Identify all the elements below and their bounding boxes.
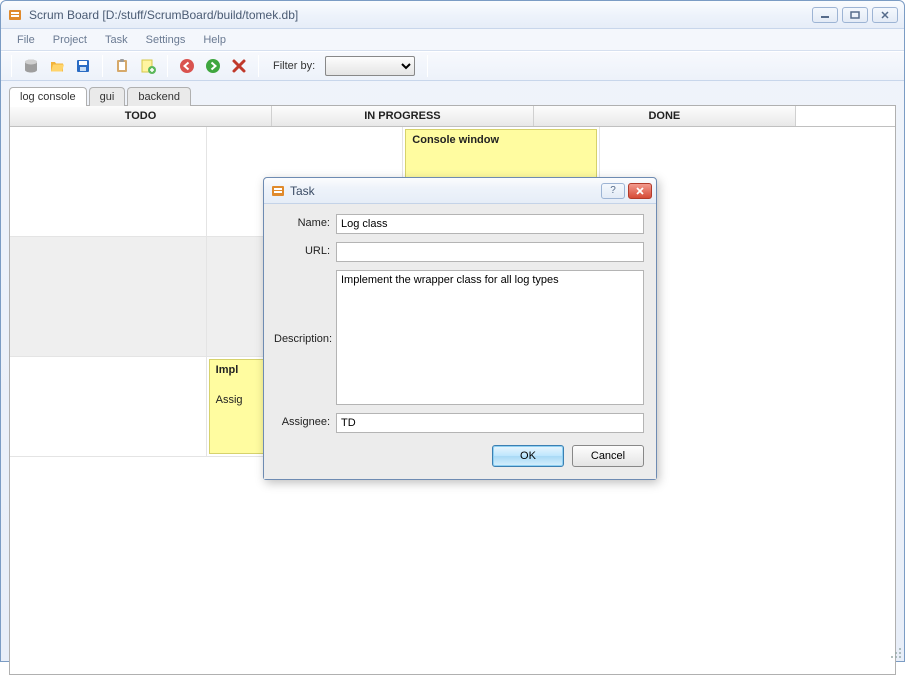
folder-open-icon: [49, 58, 65, 74]
filter-label: Filter by:: [273, 60, 315, 72]
toolbar-separator: [102, 55, 103, 77]
clipboard-icon: [114, 58, 130, 74]
back-button[interactable]: [176, 55, 198, 77]
database-button[interactable]: [20, 55, 42, 77]
open-folder-button[interactable]: [46, 55, 68, 77]
board-cell[interactable]: [10, 127, 207, 236]
card-title: Console window: [412, 134, 590, 146]
toolbar: Filter by:: [1, 51, 904, 81]
floppy-disk-icon: [75, 58, 91, 74]
new-note-button[interactable]: [137, 55, 159, 77]
tab-gui[interactable]: gui: [89, 87, 126, 106]
database-icon: [23, 58, 39, 74]
minimize-icon: [820, 11, 830, 19]
close-button[interactable]: [872, 7, 898, 23]
arrow-right-icon: [205, 58, 221, 74]
forward-button[interactable]: [202, 55, 224, 77]
maximize-button[interactable]: [842, 7, 868, 23]
dialog-titlebar[interactable]: Task ?: [264, 178, 656, 204]
arrow-left-icon: [179, 58, 195, 74]
board-cell[interactable]: [10, 357, 207, 456]
help-icon: ?: [610, 185, 616, 196]
maximize-icon: [850, 11, 860, 19]
app-icon: [270, 183, 286, 199]
form-row-name: Name:: [274, 214, 644, 234]
form-row-description: Description:: [274, 270, 644, 405]
task-dialog[interactable]: Task ? Name: URL: Description: Assign: [263, 177, 657, 480]
assignee-label: Assignee:: [274, 413, 336, 428]
menu-help[interactable]: Help: [195, 32, 234, 48]
toolbar-separator: [258, 55, 259, 77]
clipboard-button[interactable]: [111, 55, 133, 77]
dialog-button-row: OK Cancel: [274, 445, 644, 467]
form-row-assignee: Assignee:: [274, 413, 644, 433]
dialog-close-button[interactable]: [628, 183, 652, 199]
col-head-done: DONE: [534, 106, 796, 126]
minimize-button[interactable]: [812, 7, 838, 23]
resize-grip-icon: [888, 645, 902, 659]
window-controls: [812, 7, 898, 23]
board-cell[interactable]: [10, 237, 207, 356]
x-delete-icon: [231, 58, 247, 74]
name-field[interactable]: [336, 214, 644, 234]
app-icon: [7, 7, 23, 23]
menu-settings[interactable]: Settings: [138, 32, 194, 48]
tab-log-console[interactable]: log console: [9, 87, 87, 106]
menu-project[interactable]: Project: [45, 32, 95, 48]
description-field[interactable]: [336, 270, 644, 405]
tab-bar: log console gui backend: [9, 87, 896, 106]
name-label: Name:: [274, 214, 336, 229]
col-head-todo: TODO: [10, 106, 272, 126]
menu-task[interactable]: Task: [97, 32, 136, 48]
titlebar[interactable]: Scrum Board [D:/stuff/ScrumBoard/build/t…: [1, 1, 904, 29]
menubar: File Project Task Settings Help: [1, 29, 904, 51]
description-label: Description:: [274, 330, 336, 345]
toolbar-separator: [11, 55, 12, 77]
url-field[interactable]: [336, 242, 644, 262]
dialog-title: Task: [290, 184, 598, 198]
window-title: Scrum Board [D:/stuff/ScrumBoard/build/t…: [29, 8, 812, 22]
toolbar-separator: [167, 55, 168, 77]
menu-file[interactable]: File: [9, 32, 43, 48]
close-icon: [635, 187, 645, 195]
url-label: URL:: [274, 242, 336, 257]
dialog-help-button[interactable]: ?: [601, 183, 625, 199]
note-plus-icon: [140, 58, 156, 74]
save-button[interactable]: [72, 55, 94, 77]
main-window: Scrum Board [D:/stuff/ScrumBoard/build/t…: [0, 0, 905, 662]
ok-button[interactable]: OK: [492, 445, 564, 467]
cancel-button[interactable]: Cancel: [572, 445, 644, 467]
toolbar-separator: [427, 55, 428, 77]
form-row-url: URL:: [274, 242, 644, 262]
delete-button[interactable]: [228, 55, 250, 77]
close-icon: [880, 11, 890, 19]
board-header: TODO IN PROGRESS DONE: [10, 106, 895, 127]
dialog-body: Name: URL: Description: Assignee: OK Can…: [264, 204, 656, 479]
tab-backend[interactable]: backend: [127, 87, 191, 106]
filter-select[interactable]: [325, 56, 415, 76]
resize-grip[interactable]: [888, 645, 902, 659]
col-head-in-progress: IN PROGRESS: [272, 106, 534, 126]
assignee-field[interactable]: [336, 413, 644, 433]
